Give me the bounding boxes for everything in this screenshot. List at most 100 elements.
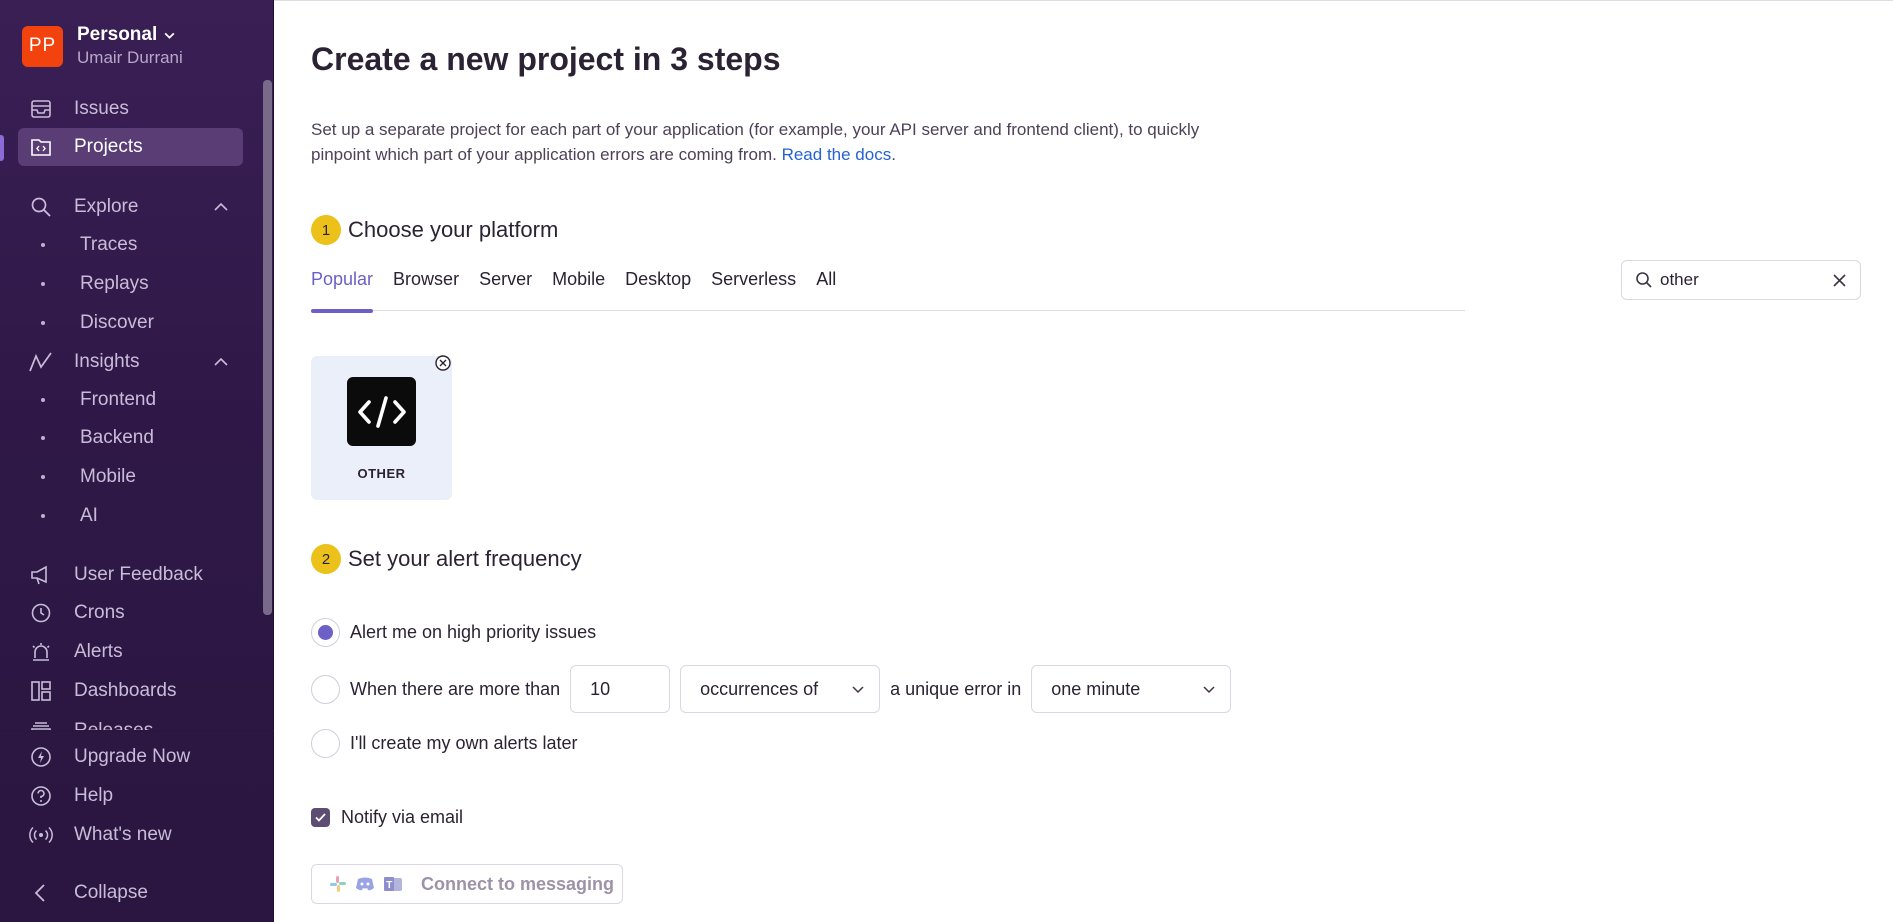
sidebar-item-help[interactable]: Help [18,777,243,815]
platform-label: OTHER [357,466,406,481]
clear-icon[interactable] [1832,273,1847,288]
lightning-icon [28,744,54,770]
megaphone-icon [28,562,54,588]
tab-popular[interactable]: Popular [311,269,374,313]
help-icon [28,783,54,809]
sidebar-item-label: User Feedback [74,564,203,585]
connect-messaging-button[interactable]: T Connect to messaging [311,864,623,904]
threshold-input[interactable]: 10 [570,665,671,713]
sidebar-item-label: Upgrade Now [74,746,191,767]
sidebar-item-label: Dashboards [74,680,177,701]
sidebar-item-label: Alerts [74,641,123,662]
sidebar-item-label: Collapse [74,882,148,903]
tab-server[interactable]: Server [479,269,532,311]
sidebar-item-insights[interactable]: Insights [18,343,243,381]
step-title: Set your alert frequency [348,546,582,571]
sidebar-item-discover[interactable]: Discover [18,306,243,340]
code-icon [347,377,416,446]
platform-search-input[interactable] [1660,270,1820,290]
sidebar-item-issues[interactable]: Issues [18,90,243,128]
chevron-up-icon[interactable] [213,355,229,369]
chevron-up-icon[interactable] [213,200,229,214]
sidebar-item-mobile[interactable]: Mobile [18,460,243,494]
svg-text:T: T [386,880,392,891]
tab-browser[interactable]: Browser [393,269,459,311]
sidebar-item-label: Explore [74,196,139,217]
page-description: Set up a separate project for each part … [311,120,1200,164]
sidebar-item-ai[interactable]: AI [18,499,243,533]
radio-button[interactable] [311,674,340,704]
sidebar-item-label: Projects [74,136,143,157]
main-content: Create a new project in 3 steps Set up a… [274,0,1893,922]
chevron-down-icon [1203,686,1215,694]
button-label: Connect to messaging [421,873,615,894]
tab-mobile[interactable]: Mobile [552,269,605,311]
search-icon [1636,272,1652,288]
chevron-down-icon [852,686,864,694]
tab-serverless[interactable]: Serverless [711,269,796,311]
checkbox[interactable] [311,808,330,827]
step-1-header: 1 Choose your platform [311,215,558,245]
project-icon [28,134,54,160]
step-badge: 1 [311,215,341,245]
sidebar-item-replays[interactable]: Replays [18,267,243,301]
checkbox-label: Notify via email [341,807,464,827]
platform-tabs: Popular Browser Server Mobile Desktop Se… [311,269,1465,313]
sidebar-scrollbar[interactable] [263,80,272,615]
sidebar-collapse[interactable]: Collapse [18,874,243,912]
option-label: a unique error in [890,678,1022,699]
platform-card-other[interactable]: OTHER [311,356,452,500]
sidebar-item-frontend[interactable]: Frontend [18,383,243,417]
page-title: Create a new project in 3 steps [311,41,781,77]
org-name: Personal [77,24,158,45]
close-circle-icon[interactable] [434,354,452,372]
sidebar-item-traces[interactable]: Traces [18,228,243,262]
radio-button[interactable] [311,729,340,758]
sidebar-item-label: Crons [74,602,125,623]
option-label: I'll create my own alerts later [350,733,578,753]
sidebar-item-label: Issues [74,98,129,119]
radio-button[interactable] [311,618,340,647]
option-label: When there are more than [350,678,561,699]
alert-option-threshold[interactable]: When there are more than 10 occurrences … [311,665,1232,713]
platform-search[interactable] [1621,260,1861,300]
teams-icon: T [383,875,403,893]
sidebar-item-alerts[interactable]: Alerts [18,633,243,671]
alert-option-later[interactable]: I'll create my own alerts later [311,729,578,758]
sidebar-item-user-feedback[interactable]: User Feedback [18,556,243,594]
sidebar-item-dashboards[interactable]: Dashboards [18,672,243,710]
step-title: Choose your platform [348,217,559,242]
interval-select[interactable]: one minute [1031,665,1232,713]
sidebar-item-label: Help [74,785,114,806]
sidebar-item-crons[interactable]: Crons [18,594,243,632]
sidebar-item-explore[interactable]: Explore [18,188,243,226]
sidebar-divider [0,730,274,732]
sidebar-item-releases[interactable]: Releases [18,712,243,732]
inbox-icon [28,96,54,122]
step-2-header: 2 Set your alert frequency [311,544,582,574]
insights-icon [28,349,54,375]
sidebar-item-label: Insights [74,351,140,372]
option-label: Alert me on high priority issues [350,622,597,642]
tab-desktop[interactable]: Desktop [625,269,691,311]
sidebar-item-whats-new[interactable]: What's new [18,816,243,854]
discord-icon [355,876,375,892]
active-indicator [0,135,4,161]
chevron-left-icon [28,880,54,906]
search-icon [28,194,54,220]
tab-all[interactable]: All [816,269,836,311]
sidebar-clipped-area: Releases [0,712,262,732]
metric-select[interactable]: occurrences of [680,665,881,713]
siren-icon [28,639,54,665]
sidebar-item-label: What's new [74,824,172,845]
sidebar-item-projects[interactable]: Projects [18,128,243,166]
sidebar-item-upgrade[interactable]: Upgrade Now [18,738,243,776]
clock-icon [28,600,54,626]
notify-email-checkbox[interactable]: Notify via email [311,807,463,828]
alert-option-high-priority[interactable]: Alert me on high priority issues [311,618,596,647]
sidebar-item-backend[interactable]: Backend [18,421,243,455]
read-docs-link[interactable]: Read the docs [782,145,892,164]
slack-icon [329,875,347,893]
org-user: Umair Durrani [77,48,183,67]
org-switcher[interactable]: PP Personal Umair Durrani [22,24,183,68]
